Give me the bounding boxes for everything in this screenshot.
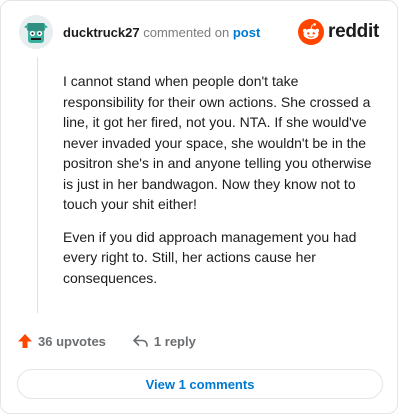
comment-card: ducktruck27 commented on post reddit I c… [0, 0, 398, 414]
reddit-logo[interactable]: reddit [298, 19, 379, 45]
comment-actions: 36 upvotes 1 reply [17, 333, 222, 349]
upvote-arrow-icon [18, 334, 32, 348]
author-name[interactable]: ducktruck27 [63, 25, 140, 40]
reply-icon [133, 335, 148, 347]
avatar-icon [19, 15, 53, 49]
upvote-button[interactable]: 36 upvotes [17, 333, 106, 349]
comment-paragraph-2: Even if you did approach management you … [63, 228, 357, 286]
upvote-count: 36 upvotes [38, 333, 106, 349]
reply-count: 1 reply [153, 333, 196, 349]
view-comments-button[interactable]: View 1 comments [17, 369, 383, 399]
reddit-snoo-icon [298, 19, 325, 45]
user-avatar[interactable] [19, 15, 53, 49]
thread-line[interactable] [37, 57, 38, 313]
commented-on-text: commented on [143, 25, 230, 40]
reply-button[interactable]: 1 reply [132, 333, 196, 349]
post-link[interactable]: post [233, 25, 260, 40]
comment-body: I cannot stand when people don't take re… [63, 71, 381, 300]
comment-paragraph-1: I cannot stand when people don't take re… [63, 73, 372, 212]
comment-header: ducktruck27 commented on post [63, 25, 260, 40]
reddit-wordmark: reddit [328, 21, 379, 42]
